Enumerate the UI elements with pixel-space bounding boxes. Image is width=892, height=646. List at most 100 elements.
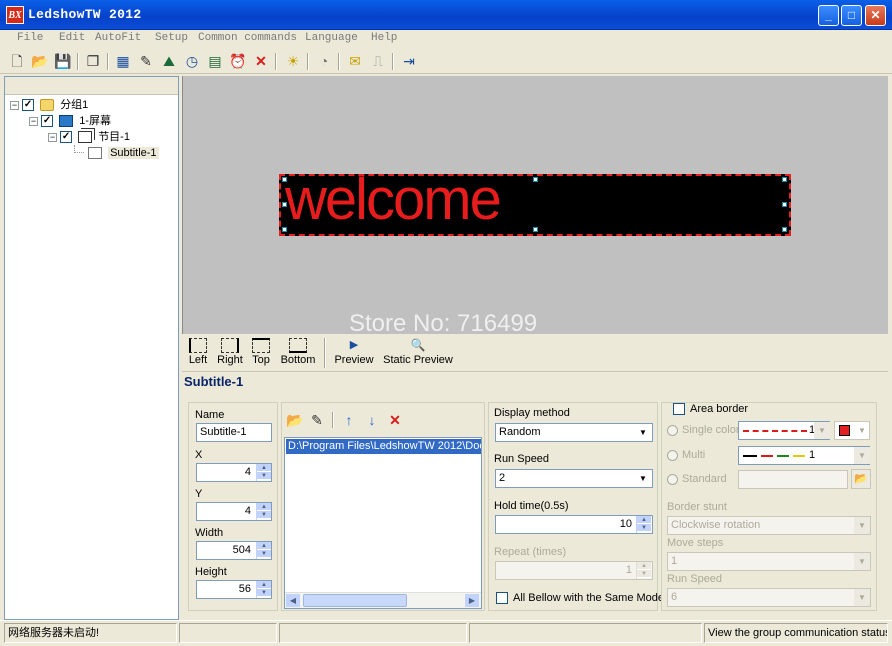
edit-note-icon[interactable]: ✎ (137, 52, 155, 70)
chevron-down-icon[interactable]: ▼ (635, 424, 651, 441)
hold-time-label: Hold time(0.5s) (494, 500, 569, 512)
hold-time-input[interactable]: 10 (495, 515, 653, 534)
resize-handle[interactable] (282, 177, 287, 182)
chevron-down-icon[interactable]: ▼ (854, 553, 870, 570)
repeat-input[interactable]: 1 (495, 561, 653, 580)
multi-radio[interactable] (667, 450, 678, 461)
move-down-icon[interactable]: ↓ (363, 411, 381, 429)
file-list-item[interactable]: D:\Program Files\LedshowTW 2012\Docu (286, 439, 481, 454)
menu-edit[interactable]: Edit (59, 32, 85, 44)
remove-file-icon[interactable]: ✕ (386, 411, 404, 429)
collapse-icon[interactable]: − (29, 116, 38, 126)
resize-handle[interactable] (533, 177, 538, 182)
open-folder-icon[interactable]: 📂 (31, 52, 49, 70)
standard-label: Standard (682, 473, 727, 485)
border-run-speed-select[interactable]: 6 (667, 588, 871, 607)
horizontal-scrollbar[interactable]: ◀ ▶ (285, 592, 481, 608)
name-input[interactable]: Subtitle-1 (196, 423, 272, 442)
width-spinner[interactable]: ▲ ▼ (256, 542, 271, 559)
new-file-icon[interactable]: 🗋 (8, 52, 26, 70)
screen-checkbox[interactable]: ✓ (41, 115, 54, 128)
menu-file[interactable]: File (17, 32, 43, 44)
resize-handle[interactable] (782, 177, 787, 182)
align-left-button[interactable]: Left (186, 338, 210, 366)
repeat-spinner[interactable]: ▲ ▼ (636, 562, 651, 579)
y-spinner[interactable]: ▲ ▼ (256, 503, 271, 520)
maximize-button[interactable]: □ (841, 5, 862, 26)
tree-node-subtitle[interactable]: Subtitle-1 (85, 145, 159, 161)
menu-language[interactable]: Language (305, 32, 358, 44)
resize-handle[interactable] (282, 227, 287, 232)
menu-setup[interactable]: Setup (155, 32, 188, 44)
scroll-right-icon[interactable]: ▶ (465, 594, 479, 607)
scroll-thumb[interactable] (303, 594, 407, 607)
send-mail-icon[interactable]: ✉ (346, 52, 364, 70)
multi-color-select[interactable]: 1 (738, 446, 870, 465)
x-spinner[interactable]: ▲ ▼ (256, 464, 271, 481)
area-border-checkbox[interactable] (673, 403, 685, 415)
resize-handle[interactable] (282, 202, 287, 207)
move-steps-select[interactable]: 1 (667, 552, 871, 571)
edit-file-icon[interactable]: ✎ (308, 411, 326, 429)
image-icon[interactable]: ⛰ (160, 52, 178, 70)
chevron-down-icon[interactable]: ▼ (855, 422, 869, 439)
static-preview-button[interactable]: 🔍 Static Preview (382, 338, 454, 366)
scroll-left-icon[interactable]: ◀ (286, 594, 300, 607)
collapse-icon[interactable]: − (48, 132, 57, 142)
chevron-down-icon[interactable]: ▼ (854, 517, 870, 534)
move-up-icon[interactable]: ↑ (340, 411, 358, 429)
resize-handle[interactable] (782, 227, 787, 232)
standard-border-input[interactable] (738, 470, 848, 489)
menu-help[interactable]: Help (371, 32, 397, 44)
chevron-down-icon[interactable]: ▼ (854, 447, 870, 464)
standard-radio[interactable] (667, 474, 678, 485)
align-right-button[interactable]: Right (215, 338, 245, 366)
save-icon[interactable]: 💾 (54, 52, 72, 70)
chevron-down-icon[interactable]: ▼ (854, 589, 870, 606)
menu-autofit[interactable]: AutoFit (95, 32, 141, 44)
tree-node-screen[interactable]: − ✓ 1-屏幕 (29, 113, 111, 129)
open-file-icon[interactable]: 📂 (286, 411, 304, 429)
exit-icon[interactable]: ⇥ (400, 52, 418, 70)
file-list[interactable]: D:\Program Files\LedshowTW 2012\Docu ◀ ▶ (284, 437, 482, 609)
delete-icon[interactable]: ✕ (252, 52, 270, 70)
usb-icon[interactable]: ⎍ (369, 52, 387, 70)
align-top-button[interactable]: Top (250, 338, 272, 366)
multi-line-segment (761, 455, 773, 457)
windows-icon[interactable]: ❐ (84, 52, 102, 70)
collapse-icon[interactable]: − (10, 100, 19, 110)
align-bottom-button[interactable]: Bottom (279, 338, 317, 366)
grid-icon[interactable]: ▦ (114, 52, 132, 70)
height-spinner[interactable]: ▲ ▼ (256, 581, 271, 598)
resize-handle[interactable] (533, 227, 538, 232)
tree-node-program[interactable]: − ✓ 节目-1 (48, 129, 130, 145)
group-communication-status-link[interactable]: View the group communication status (704, 623, 888, 643)
border-stunt-select[interactable]: Clockwise rotation (667, 516, 871, 535)
brightness-icon[interactable]: ☀ (284, 52, 302, 70)
menu-common-commands[interactable]: Common commands (198, 32, 297, 44)
chevron-down-icon[interactable]: ▼ (814, 422, 830, 439)
open-folder-icon[interactable]: 📂 (851, 469, 871, 489)
hold-time-spinner[interactable]: ▲ ▼ (636, 516, 651, 533)
timer-icon[interactable]: ◔ (315, 52, 333, 70)
border-color-picker[interactable]: ▼ (834, 421, 870, 440)
minimize-button[interactable]: _ (818, 5, 839, 26)
digital-clock-icon[interactable]: ▤ (206, 52, 224, 70)
single-color-label: Single color (682, 424, 740, 436)
align-right-label: Right (217, 354, 243, 366)
preview-button[interactable]: ▶ Preview (332, 338, 376, 366)
same-mode-checkbox[interactable] (496, 592, 508, 604)
single-color-radio[interactable] (667, 425, 678, 436)
led-subtitle-area[interactable]: welcome (279, 167, 791, 236)
clock-icon[interactable]: ◷ (183, 52, 201, 70)
alarm-clock-icon[interactable]: ⏰ (229, 52, 247, 70)
display-method-select[interactable]: Random (495, 423, 653, 442)
program-checkbox[interactable]: ✓ (60, 131, 73, 144)
chevron-down-icon[interactable]: ▼ (635, 470, 651, 487)
properties-section: Left Right Top Bottom ▶ Preview 🔍 Static… (182, 334, 888, 620)
tree-node-group[interactable]: − ✓ 分组1 (10, 97, 88, 113)
resize-handle[interactable] (782, 202, 787, 207)
group-checkbox[interactable]: ✓ (22, 99, 35, 112)
run-speed-select[interactable]: 2 (495, 469, 653, 488)
close-button[interactable]: ✕ (865, 5, 886, 26)
